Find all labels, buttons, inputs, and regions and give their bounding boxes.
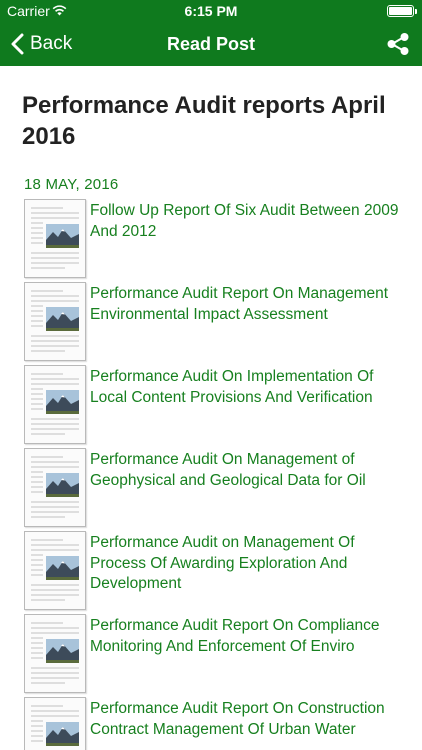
document-thumbnail-icon [24, 697, 86, 750]
document-thumbnail-icon [24, 614, 86, 693]
document-title: Performance Audit Report On Compliance M… [90, 617, 380, 655]
document-thumbnail-icon [24, 531, 86, 610]
back-button[interactable]: Back [10, 22, 72, 66]
document-list: Follow Up Report Of Six Audit Between 20… [24, 199, 409, 750]
status-bar: Carrier 6:15 PM [0, 0, 422, 22]
document-title: Performance Audit On Implementation Of L… [90, 368, 374, 406]
document-link[interactable]: Performance Audit on Management Of Proce… [24, 531, 409, 614]
document-thumbnail-icon [24, 282, 86, 361]
share-icon[interactable] [386, 32, 410, 56]
document-link[interactable]: Performance Audit On Implementation Of L… [24, 365, 409, 448]
document-title: Performance Audit Report On Construction… [90, 700, 385, 738]
document-thumbnail-icon [24, 448, 86, 527]
document-title: Performance Audit On Management of Geoph… [90, 451, 366, 489]
document-thumbnail-icon [24, 365, 86, 444]
document-title: Follow Up Report Of Six Audit Between 20… [90, 202, 399, 240]
post-title: Performance Audit reports April 2016 [22, 92, 386, 150]
document-link[interactable]: Performance Audit On Management of Geoph… [24, 448, 409, 531]
clock: 6:15 PM [184, 3, 238, 19]
app-header: Carrier 6:15 PM Back Read Post [0, 0, 422, 66]
post-content: Performance Audit reports April 2016 18 … [0, 66, 422, 750]
back-label: Back [30, 33, 73, 54]
navigation-bar: Back Read Post [0, 22, 422, 66]
document-title: Performance Audit Report On Management E… [90, 285, 389, 323]
chevron-left-icon [11, 33, 24, 55]
document-link[interactable]: Performance Audit Report On Construction… [24, 697, 409, 750]
document-link[interactable]: Performance Audit Report On Compliance M… [24, 614, 409, 697]
post-date: 18 MAY, 2016 [24, 176, 119, 193]
document-link[interactable]: Performance Audit Report On Management E… [24, 282, 409, 365]
document-thumbnail-icon [24, 199, 86, 278]
document-title: Performance Audit on Management Of Proce… [90, 534, 355, 592]
document-link[interactable]: Follow Up Report Of Six Audit Between 20… [24, 199, 409, 282]
battery-icon [387, 5, 417, 17]
